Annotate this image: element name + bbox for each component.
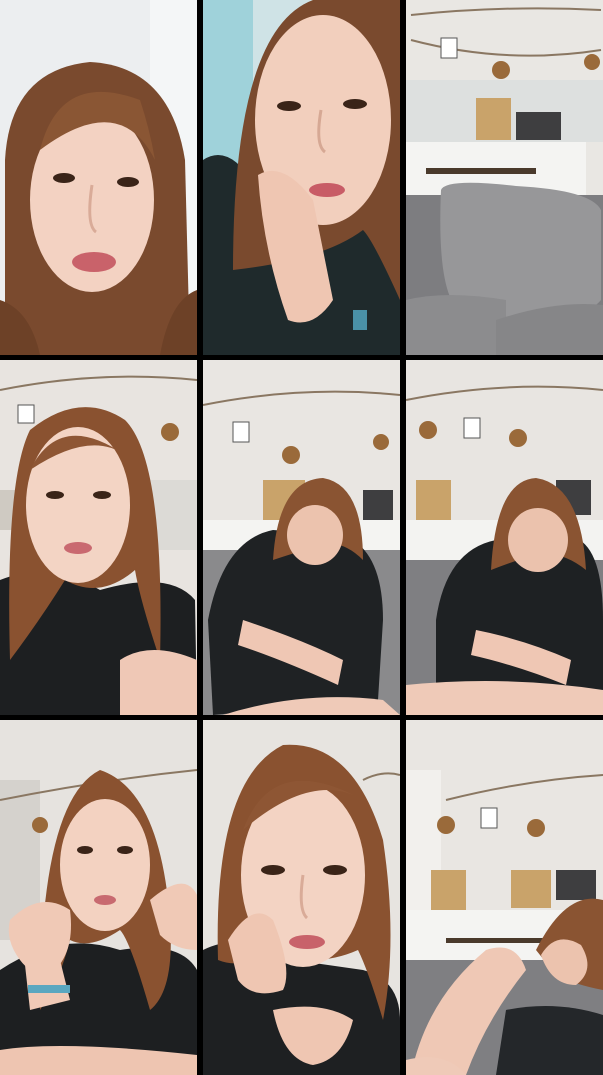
photo-tile-8 xyxy=(203,720,400,1075)
photo-tile-3 xyxy=(406,0,603,355)
photo-tile-5-image xyxy=(203,360,400,715)
photo-tile-3-image xyxy=(406,0,603,355)
photo-tile-7-image xyxy=(0,720,197,1075)
photo-tile-1-image xyxy=(0,0,197,355)
photo-collage-grid xyxy=(0,0,603,1075)
photo-tile-6-image xyxy=(406,360,603,715)
photo-tile-4-image xyxy=(0,360,197,715)
photo-tile-9 xyxy=(406,720,603,1075)
photo-tile-7 xyxy=(0,720,197,1075)
photo-tile-8-image xyxy=(203,720,400,1075)
photo-tile-5 xyxy=(203,360,400,715)
photo-tile-2-image xyxy=(203,0,400,355)
photo-tile-4 xyxy=(0,360,197,715)
photo-tile-6 xyxy=(406,360,603,715)
photo-tile-2 xyxy=(203,0,400,355)
photo-tile-9-image xyxy=(406,720,603,1075)
photo-tile-1 xyxy=(0,0,197,355)
